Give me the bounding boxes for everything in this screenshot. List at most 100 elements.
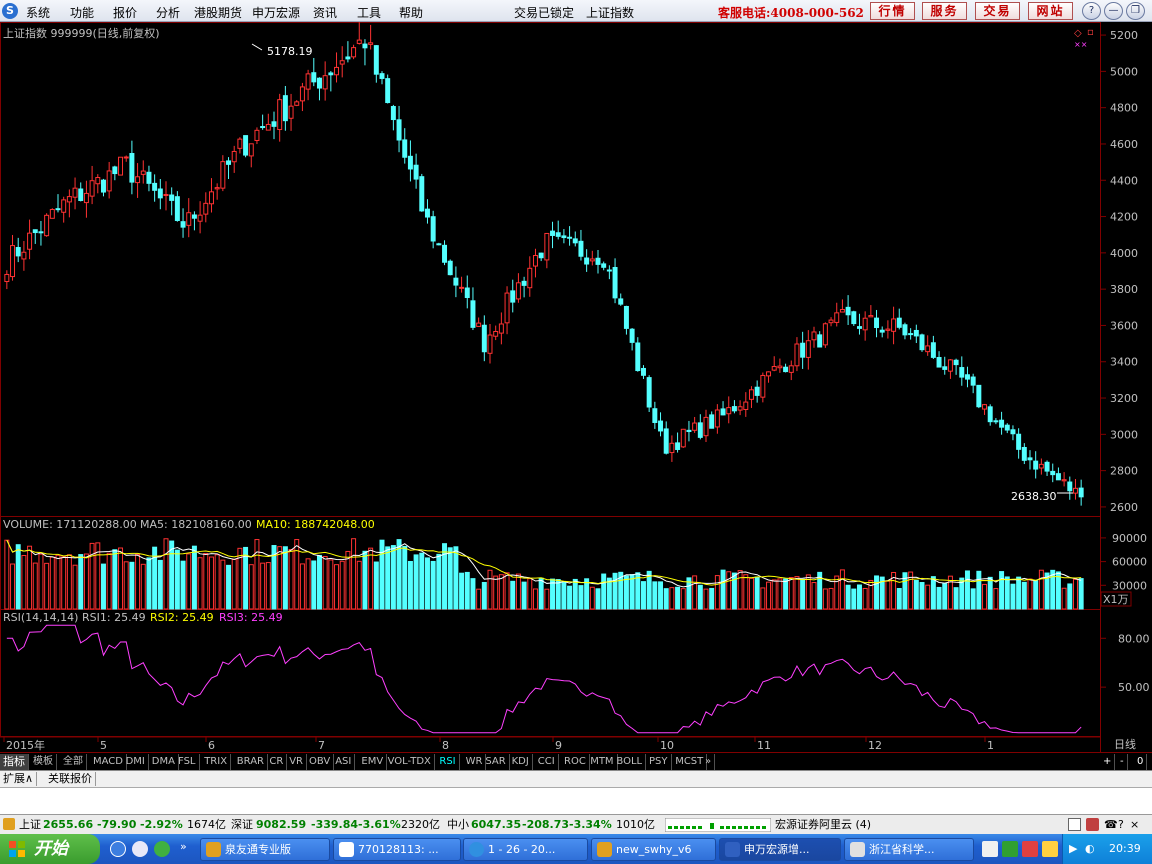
tab-dmi[interactable]: DMI [123, 754, 149, 770]
candle-body [675, 442, 681, 450]
volume-bar [515, 573, 521, 610]
volume-bar [538, 577, 544, 610]
nav-trade-button[interactable]: 交易 [975, 2, 1020, 20]
task-swhy[interactable]: 申万宏源增... [719, 838, 841, 861]
candle-body [851, 311, 857, 325]
sz-label[interactable]: 深证 [231, 816, 253, 834]
network-icon[interactable]: ☎ [1104, 816, 1118, 834]
volume-bar [44, 562, 50, 610]
nav-service-button[interactable]: 服务 [922, 2, 967, 20]
tray-app-icon-2[interactable] [1002, 841, 1018, 857]
alert-icon[interactable] [1086, 818, 1099, 831]
candle-body [635, 342, 641, 372]
period-label[interactable]: 日线 [1114, 737, 1136, 751]
volume-bar [964, 570, 970, 610]
tab-全部[interactable]: 全部 [60, 754, 87, 770]
rsi-panel-frame [0, 609, 1101, 737]
more-quicklaunch-icon[interactable]: » [180, 840, 187, 853]
app-quick-icon[interactable] [154, 841, 170, 857]
task-zhejiang[interactable]: 浙江省科学... [844, 838, 974, 861]
help-icon[interactable]: ? [1082, 2, 1101, 20]
candle-body [913, 329, 919, 337]
browser-icon[interactable] [132, 841, 148, 857]
tab-cci[interactable]: CCI [535, 754, 559, 770]
tab-boll[interactable]: BOLL [613, 754, 647, 770]
candle-body [606, 269, 612, 272]
menu-system[interactable]: 系统 [26, 4, 50, 21]
tab-emv[interactable]: EMV [358, 754, 388, 770]
square-icon[interactable]: ▫ [1087, 27, 1094, 38]
price-tick-label: 4200 [1110, 211, 1138, 224]
cross-icon[interactable]: ×× [1074, 40, 1087, 49]
info-icon[interactable]: ? [1118, 816, 1124, 834]
menu-help[interactable]: 帮助 [399, 4, 423, 21]
tab-sar[interactable]: SAR [482, 754, 510, 770]
task-folder[interactable]: new_swhy_v6 [591, 838, 716, 861]
candle-body [100, 179, 106, 193]
server-name[interactable]: 宏源证券阿里云 (4) [775, 816, 871, 834]
tray-app-icon-3[interactable] [1022, 841, 1038, 857]
nav-website-button[interactable]: 网站 [1028, 2, 1073, 20]
expand-tab[interactable]: 扩展∧ [0, 772, 38, 786]
play-icon[interactable]: ▶ [1069, 834, 1077, 864]
tab-brar[interactable]: BRAR [234, 754, 268, 770]
chart-area[interactable]: 5200 5000 4800 4600 4400 4200 4000 3800 3600 3400… [0, 22, 1152, 752]
tab-trix[interactable]: TRIX [201, 754, 232, 770]
clock[interactable]: 20:39 [1109, 834, 1141, 864]
candle-body [476, 322, 482, 327]
tray-app-icon-1[interactable] [982, 841, 998, 857]
tab-zoom-out[interactable]: - [1117, 754, 1128, 770]
candle-body [714, 409, 720, 428]
ie-icon[interactable] [110, 841, 126, 857]
tab-rsi[interactable]: RSI [436, 754, 460, 770]
tab-kdj[interactable]: KDJ [509, 754, 533, 770]
tab-zoom-reset[interactable]: 0 [1134, 754, 1148, 770]
screen-icon[interactable] [1068, 818, 1081, 831]
nav-quotes-button[interactable]: 行情 [870, 2, 915, 20]
menu-swhy[interactable]: 申万宏源 [252, 4, 300, 21]
menu-quote[interactable]: 报价 [113, 4, 137, 21]
start-button[interactable]: 开始 [0, 834, 100, 864]
chart-svg[interactable]: 5200 5000 4800 4600 4400 4200 4000 3800 3600 3400… [0, 22, 1152, 752]
tab-zoom-in[interactable]: + [1100, 754, 1116, 770]
tab-roc[interactable]: ROC [561, 754, 590, 770]
volume-bar [748, 577, 754, 610]
tab-obv[interactable]: OBV [306, 754, 335, 770]
candle-body [447, 260, 453, 276]
tab-psy[interactable]: PSY [646, 754, 672, 770]
diamond-icon[interactable]: ◇ [1074, 28, 1082, 39]
candle-body [1055, 473, 1061, 481]
candle-body [555, 232, 561, 237]
tab-fsl[interactable]: FSL [175, 754, 200, 770]
tab-macd[interactable]: MACD [90, 754, 127, 770]
menu-hk-futures[interactable]: 港股期货 [194, 4, 242, 21]
tab-vr[interactable]: VR [286, 754, 307, 770]
menu-analysis[interactable]: 分析 [156, 4, 180, 21]
candle-body [294, 101, 300, 106]
task-qq[interactable]: 770128113: ... [333, 838, 461, 861]
task-video[interactable]: 1 - 26 - 20... [463, 838, 588, 861]
tab-asi[interactable]: ASI [332, 754, 356, 770]
tray-app-icon-4[interactable] [1042, 841, 1058, 857]
menu-news[interactable]: 资讯 [313, 4, 337, 21]
tab-vol-tdx[interactable]: VOL-TDX [385, 754, 435, 770]
tab-指标[interactable]: 指标 [0, 754, 29, 770]
volume-bar [129, 561, 135, 610]
candle-body [777, 365, 783, 369]
menu-tools[interactable]: 工具 [357, 4, 381, 21]
network-tray-icon[interactable]: ◐ [1085, 834, 1095, 864]
minimize-icon[interactable]: — [1104, 2, 1123, 20]
tab-cr[interactable]: CR [266, 754, 288, 770]
task-quanyoutong[interactable]: 泉友通专业版 [200, 838, 330, 861]
sh-label[interactable]: 上证 [19, 816, 41, 834]
menu-function[interactable]: 功能 [70, 4, 94, 21]
close-small-icon[interactable]: × [1130, 816, 1139, 834]
tab-more-icon[interactable]: » [702, 754, 716, 770]
candle-body [368, 42, 374, 45]
tab-模板[interactable]: 模板 [30, 754, 57, 770]
zx-label[interactable]: 中小 [447, 816, 469, 834]
candle-body [1016, 433, 1022, 450]
restore-icon[interactable]: ❐ [1126, 2, 1145, 20]
volume-bar [356, 560, 362, 610]
related-quotes-tab[interactable]: 关联报价 [45, 772, 96, 786]
